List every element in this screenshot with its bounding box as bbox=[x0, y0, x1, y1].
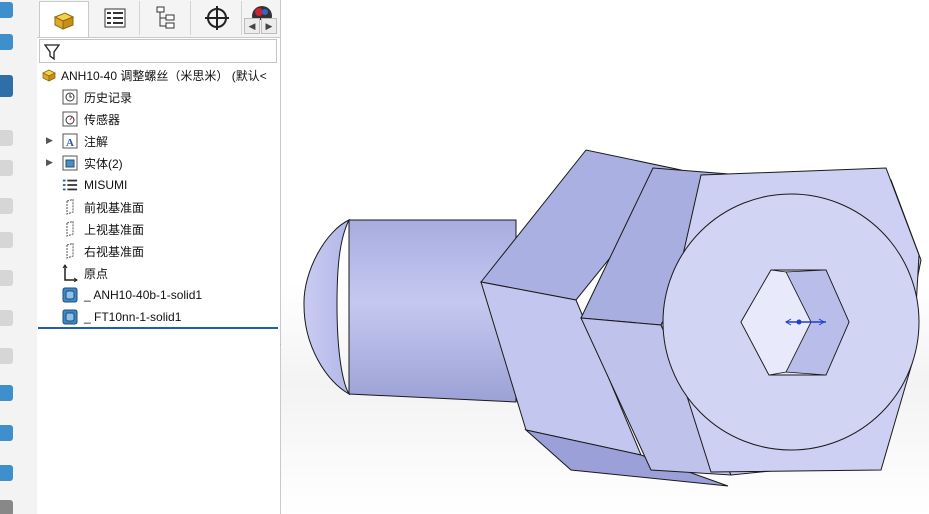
tree-item-misumi[interactable]: MISUMI bbox=[62, 175, 127, 195]
feature-manager-panel: ◀ ▶ ANH10-40 调整螺丝（米思米） (默认< 历史记录 传感器 ▶ A… bbox=[37, 0, 281, 514]
toolbar-icon-10[interactable] bbox=[0, 348, 13, 364]
plane-icon bbox=[62, 199, 78, 215]
toolbar-icon-6[interactable] bbox=[0, 198, 13, 214]
solid-feature-icon bbox=[62, 309, 78, 325]
toolbar-icon-1[interactable] bbox=[0, 2, 13, 18]
strip-gutter: ▼ bbox=[16, 0, 47, 514]
tab-scroll-right-button[interactable]: ▶ bbox=[261, 18, 277, 34]
shaft-end-face bbox=[303, 218, 351, 396]
graphics-viewport[interactable] bbox=[281, 0, 929, 514]
toolbar-icon-2[interactable] bbox=[0, 34, 13, 50]
tab-dimxpert-manager[interactable] bbox=[192, 1, 242, 35]
svg-text:A: A bbox=[66, 137, 74, 149]
part-title: ANH10-40 调整螺丝（米思米） (默认< bbox=[61, 68, 267, 83]
tree-item-label: 右视基准面 bbox=[84, 244, 145, 259]
tree-item-label: MISUMI bbox=[84, 178, 128, 192]
toolbar-icon-5[interactable] bbox=[0, 160, 13, 176]
tree-item-label: 注解 bbox=[84, 134, 109, 149]
tab-configuration-manager[interactable] bbox=[141, 1, 191, 35]
tab-feature-manager[interactable] bbox=[39, 1, 89, 37]
tree-item-sensors[interactable]: 传感器 bbox=[62, 109, 120, 129]
history-icon bbox=[62, 89, 78, 105]
toolbar-icon-11[interactable] bbox=[0, 385, 13, 401]
manager-tab-bar: ◀ ▶ bbox=[37, 0, 280, 38]
tree-item-anh10-solid[interactable]: _ ANH10-40b-1-solid1 bbox=[62, 285, 202, 305]
origin-icon bbox=[62, 264, 78, 282]
tab-property-manager[interactable] bbox=[90, 1, 140, 35]
property-manager-icon bbox=[104, 8, 125, 28]
command-strip bbox=[0, 0, 17, 514]
toolbar-icon-7[interactable] bbox=[0, 232, 13, 248]
tree-item-label: _ ANH10-40b-1-solid1 bbox=[84, 288, 203, 302]
tree-item-label: 原点 bbox=[84, 266, 109, 281]
sensor-icon bbox=[62, 111, 78, 127]
model-3d-view[interactable] bbox=[281, 0, 929, 514]
plane-icon bbox=[62, 243, 78, 259]
tree-item-history[interactable]: 历史记录 bbox=[62, 87, 132, 107]
feature-manager-icon bbox=[53, 11, 75, 30]
toolbar-icon-9[interactable] bbox=[0, 310, 13, 326]
toolbar-icon-8[interactable] bbox=[0, 270, 13, 286]
tree-item-label: 前视基准面 bbox=[84, 200, 145, 215]
tree-item-solid-bodies[interactable]: 实体(2) bbox=[62, 153, 123, 173]
part-icon bbox=[41, 67, 57, 83]
toolbar-icon-13[interactable] bbox=[0, 465, 13, 481]
tree-item-label: _ FT10nn-1-solid1 bbox=[84, 310, 182, 324]
tree-item-ft10-solid[interactable]: _ FT10nn-1-solid1 bbox=[62, 307, 181, 327]
tree-item-label: 历史记录 bbox=[84, 90, 133, 105]
solid-feature-icon bbox=[62, 287, 78, 303]
tree-item-front-plane[interactable]: 前视基准面 bbox=[62, 197, 144, 217]
crosshair-icon bbox=[204, 6, 229, 30]
misumi-icon bbox=[62, 177, 78, 193]
toolbar-icon-4[interactable] bbox=[0, 130, 13, 146]
expand-solid-bodies-icon[interactable]: ▶ bbox=[46, 158, 53, 167]
solid-bodies-icon bbox=[62, 155, 78, 171]
toolbar-icon-12[interactable] bbox=[0, 425, 13, 441]
plane-icon bbox=[62, 221, 78, 237]
tree-item-label: 传感器 bbox=[84, 112, 121, 127]
tree-item-label: 实体(2) bbox=[84, 156, 123, 171]
filter-icon bbox=[44, 44, 60, 61]
tree-item-origin[interactable]: 原点 bbox=[62, 263, 108, 283]
annotation-icon: A bbox=[62, 133, 78, 149]
part-root-node[interactable]: ANH10-40 调整螺丝（米思米） (默认< bbox=[41, 65, 267, 85]
tree-rollback-bar[interactable] bbox=[38, 327, 278, 329]
tree-item-top-plane[interactable]: 上视基准面 bbox=[62, 219, 144, 239]
tree-item-right-plane[interactable]: 右视基准面 bbox=[62, 241, 144, 261]
tree-filter-input[interactable] bbox=[39, 39, 277, 63]
toolbar-icon-14[interactable] bbox=[0, 500, 13, 514]
toolbar-icon-3[interactable] bbox=[0, 75, 13, 97]
tree-item-label: 上视基准面 bbox=[84, 222, 145, 237]
origin-point bbox=[796, 319, 802, 325]
tree-item-annotations[interactable]: A 注解 bbox=[62, 131, 108, 151]
tab-scroll-left-button[interactable]: ◀ bbox=[244, 18, 260, 34]
configuration-manager-icon bbox=[156, 6, 174, 29]
expand-annotations-icon[interactable]: ▶ bbox=[46, 136, 53, 145]
